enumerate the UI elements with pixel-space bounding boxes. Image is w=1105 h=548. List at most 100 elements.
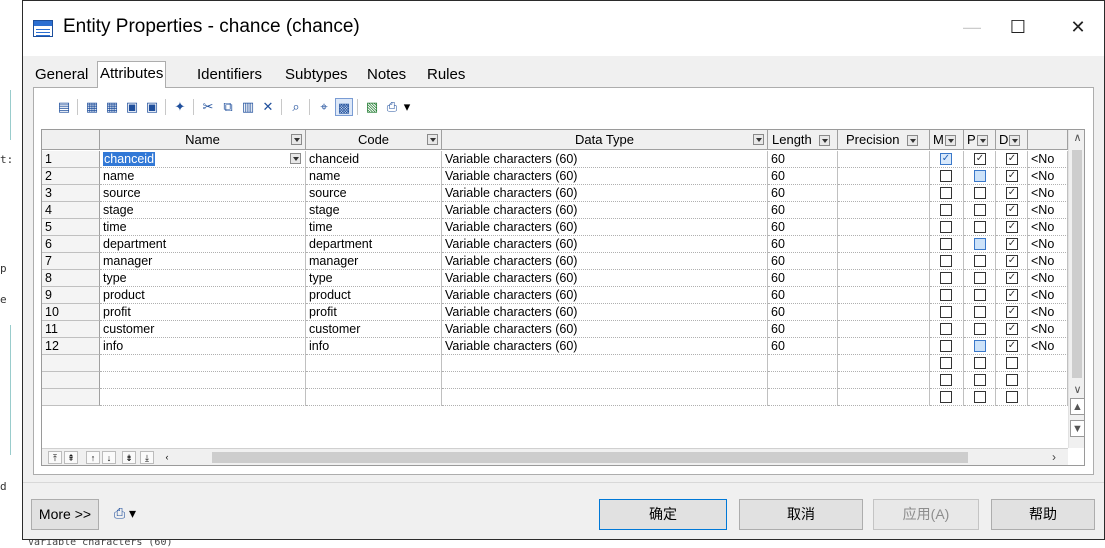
move-down-icon[interactable]: ▼ xyxy=(1070,420,1084,437)
p-dropdown-icon[interactable] xyxy=(976,135,988,147)
checkbox[interactable] xyxy=(940,221,952,233)
export-excel-icon[interactable]: ▧ xyxy=(363,98,381,116)
cell-length[interactable]: 60 xyxy=(768,270,838,287)
cell-data-type[interactable]: Variable characters (60) xyxy=(442,219,768,236)
checkbox[interactable] xyxy=(940,255,952,267)
delete-icon[interactable]: ✕ xyxy=(259,98,277,116)
cell-mandatory[interactable] xyxy=(930,287,964,304)
cell-precision[interactable] xyxy=(838,355,930,372)
checkbox[interactable] xyxy=(1006,238,1018,250)
data-type-dropdown-icon[interactable] xyxy=(753,134,764,145)
cell-length[interactable]: 60 xyxy=(768,185,838,202)
cell-extra[interactable]: <No xyxy=(1028,304,1068,321)
more-button[interactable]: More >> xyxy=(31,499,99,530)
apply-button[interactable]: 应用(A) xyxy=(873,499,979,530)
cell-displayed[interactable] xyxy=(996,236,1028,253)
table-row[interactable]: 9 product product Variable characters (60) 6… xyxy=(42,287,1084,304)
table-row[interactable]: 1 chanceid chanceid Variable characters (60… xyxy=(42,151,1084,168)
cell-code[interactable]: name xyxy=(306,168,442,185)
cell-data-type[interactable]: Variable characters (60) xyxy=(442,287,768,304)
checkbox[interactable] xyxy=(940,153,952,165)
scroll-right-icon[interactable]: › xyxy=(1052,450,1056,464)
checkbox[interactable] xyxy=(1006,340,1018,352)
table-row[interactable]: 4stagestageVariable characters (60)60<No xyxy=(42,202,1084,219)
cell-mandatory[interactable] xyxy=(930,219,964,236)
cell-displayed[interactable] xyxy=(996,202,1028,219)
cell-code[interactable]: department xyxy=(306,236,442,253)
scroll-thumb[interactable] xyxy=(1072,150,1082,378)
checkbox[interactable] xyxy=(974,340,986,352)
cell-extra[interactable]: <No xyxy=(1028,185,1068,202)
cell-precision[interactable] xyxy=(838,304,930,321)
cell-name[interactable]: source xyxy=(100,185,306,202)
scroll-up-icon[interactable]: ∧ xyxy=(1069,130,1084,147)
cell-data-type[interactable] xyxy=(442,355,768,372)
cell-mandatory[interactable] xyxy=(930,253,964,270)
cell-name[interactable]: type xyxy=(100,270,306,287)
checkbox[interactable] xyxy=(974,289,986,301)
cell-length[interactable] xyxy=(768,355,838,372)
cell-name[interactable]: time xyxy=(100,219,306,236)
checkbox[interactable] xyxy=(1006,170,1018,182)
attributes-grid[interactable]: Name Code Data Type Length Precision M P… xyxy=(41,129,1085,466)
move-page-up-icon[interactable]: ⇞ xyxy=(64,451,78,464)
cell-displayed[interactable] xyxy=(996,185,1028,202)
cell-data-type[interactable]: Variable characters (60) xyxy=(442,321,768,338)
table-row[interactable] xyxy=(42,389,1084,406)
table-row[interactable]: 2namenameVariable characters (60)60<No xyxy=(42,168,1084,185)
cell-mandatory[interactable] xyxy=(930,321,964,338)
checkbox[interactable] xyxy=(940,340,952,352)
checkbox[interactable] xyxy=(974,238,986,250)
table-row[interactable]: 8typetypeVariable characters (60)60<No xyxy=(42,270,1084,287)
cell-primary[interactable] xyxy=(964,202,996,219)
cell-extra[interactable] xyxy=(1028,372,1068,389)
cell-code[interactable] xyxy=(306,355,442,372)
cell-length[interactable]: 60 xyxy=(768,151,838,168)
checkbox[interactable] xyxy=(974,272,986,284)
cell-data-type[interactable]: Variable characters (60) xyxy=(442,270,768,287)
filter-icon[interactable]: ⌖ xyxy=(315,98,333,116)
checkbox[interactable] xyxy=(974,153,986,165)
paste-icon[interactable]: ▥ xyxy=(239,98,257,116)
m-dropdown-icon[interactable] xyxy=(944,135,956,147)
cell-extra[interactable]: <No xyxy=(1028,338,1068,355)
header-data-type[interactable]: Data Type xyxy=(442,130,768,150)
checkbox[interactable] xyxy=(940,323,952,335)
cell-mandatory[interactable] xyxy=(930,389,964,406)
move-bottom-icon[interactable]: ⤓ xyxy=(140,451,154,464)
cell-extra[interactable]: <No xyxy=(1028,253,1068,270)
cell-extra[interactable]: <No xyxy=(1028,168,1068,185)
cell-extra[interactable]: <No xyxy=(1028,236,1068,253)
cell-length[interactable] xyxy=(768,372,838,389)
tab-subtypes[interactable]: Subtypes xyxy=(283,63,350,87)
checkbox[interactable] xyxy=(1006,289,1018,301)
checkbox[interactable] xyxy=(974,170,986,182)
cell-mandatory[interactable] xyxy=(930,270,964,287)
customize-columns-icon[interactable]: ▩ xyxy=(335,98,353,116)
new-item-icon[interactable]: ✦ xyxy=(171,98,189,116)
cell-code[interactable]: product xyxy=(306,287,442,304)
cell-name[interactable] xyxy=(100,355,306,372)
cell-data-type[interactable]: Variable characters (60) xyxy=(442,202,768,219)
table-row[interactable]: 12infoinfoVariable characters (60)60<No xyxy=(42,338,1084,355)
cell-length[interactable]: 60 xyxy=(768,304,838,321)
cell-name[interactable]: stage xyxy=(100,202,306,219)
cell-name[interactable]: profit xyxy=(100,304,306,321)
cell-primary[interactable] xyxy=(964,355,996,372)
cell-code[interactable]: chanceid xyxy=(306,151,442,168)
add-row-icon[interactable]: ▦ xyxy=(83,98,101,116)
cell-precision[interactable] xyxy=(838,389,930,406)
cell-extra[interactable]: <No xyxy=(1028,219,1068,236)
cell-precision[interactable] xyxy=(838,287,930,304)
checkbox[interactable] xyxy=(1006,187,1018,199)
cell-mandatory[interactable] xyxy=(930,236,964,253)
cell-precision[interactable] xyxy=(838,185,930,202)
checkbox[interactable] xyxy=(1006,391,1018,403)
checkbox[interactable] xyxy=(974,187,986,199)
cell-length[interactable]: 60 xyxy=(768,202,838,219)
cell-precision[interactable] xyxy=(838,202,930,219)
cell-length[interactable]: 60 xyxy=(768,236,838,253)
checkbox[interactable] xyxy=(974,255,986,267)
properties-icon[interactable]: ▤ xyxy=(55,98,73,116)
cell-name[interactable] xyxy=(100,372,306,389)
